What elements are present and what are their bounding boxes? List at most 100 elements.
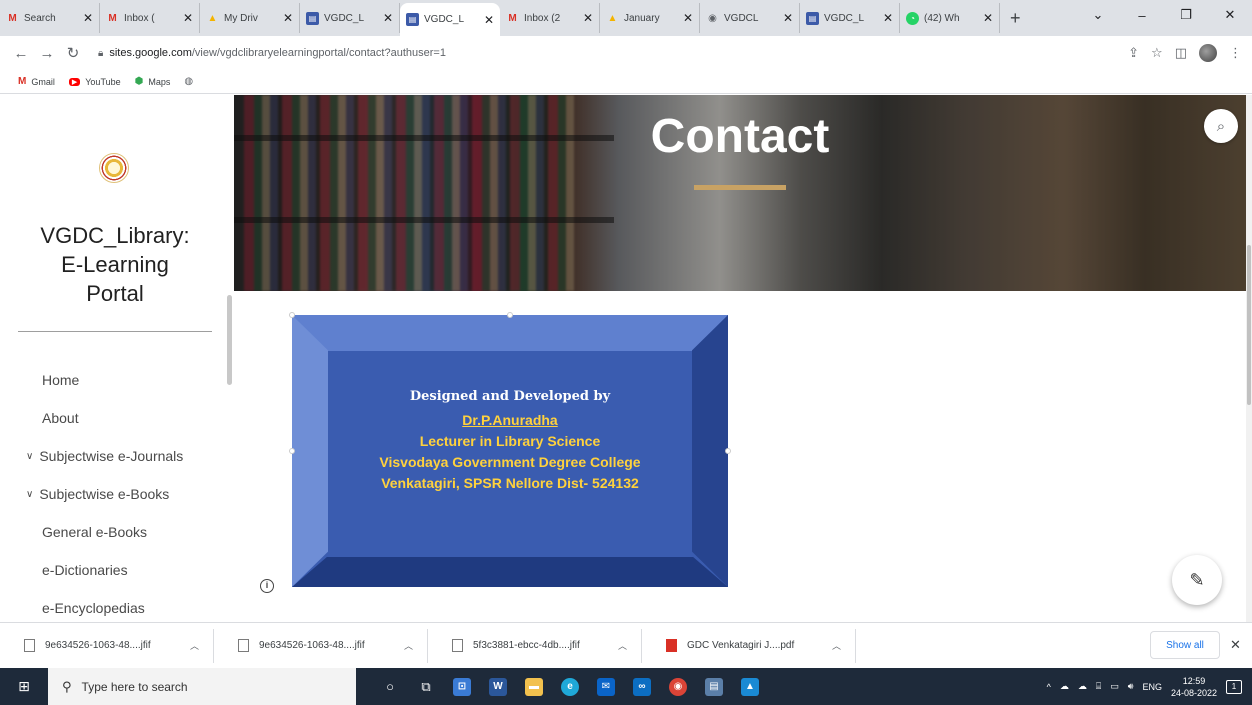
browser-tab[interactable]: ▤ VGDC_L ✕ — [300, 3, 400, 33]
bookmark-globe[interactable]: ◍ — [184, 76, 193, 87]
notification-center-icon[interactable]: 1 — [1226, 679, 1242, 694]
browser-tab-active[interactable]: ▤ VGDC_L ✕ — [400, 3, 500, 36]
browser-tab[interactable]: M Inbox (✕ — [100, 3, 200, 33]
forward-arrow-icon[interactable]: → — [34, 45, 60, 62]
download-item[interactable]: GDC Venkatagiri J....pdf ︿ — [642, 628, 856, 663]
cortana-icon[interactable]: ○ — [372, 668, 408, 705]
bookmark-youtube[interactable]: ▶ YouTube — [68, 77, 121, 87]
close-tab-icon[interactable]: ✕ — [583, 11, 593, 25]
minimize-button[interactable]: – — [1120, 8, 1164, 23]
close-downloads-icon[interactable]: ✕ — [1230, 637, 1241, 653]
site-title[interactable]: VGDC_Library: E-Learning Portal — [0, 221, 230, 308]
browser-tab[interactable]: ◔ (42) Wh ✕ — [900, 3, 1000, 33]
close-tab-icon[interactable]: ✕ — [983, 11, 993, 25]
close-tab-icon[interactable]: ✕ — [883, 11, 893, 25]
reload-icon[interactable]: ↻ — [60, 44, 86, 62]
credits-banner-image[interactable]: Designed and Developed by Dr.P.Anuradha … — [292, 315, 728, 587]
side-panel-icon[interactable]: ◫ — [1175, 45, 1187, 61]
nav-item-about[interactable]: About — [0, 399, 230, 437]
close-tab-icon[interactable]: ✕ — [783, 11, 793, 25]
college-logo[interactable] — [99, 153, 129, 183]
tab-strip: M Search ✕ M Inbox (✕ ▲ My Driv ✕ ▤ VGDC_L ✕ ▤ V… — [0, 0, 1252, 36]
chevron-up-icon[interactable]: ^ — [1047, 682, 1051, 692]
download-item[interactable]: 9e634526-1063-48....jfif ︿ — [0, 628, 214, 663]
nav-item-eencyclopedias[interactable]: e-Encyclopedias — [0, 589, 230, 622]
word-icon[interactable]: W — [480, 668, 516, 705]
file-explorer-icon[interactable]: ▬ — [516, 668, 552, 705]
photos-icon[interactable]: ▲ — [732, 668, 768, 705]
resize-handle[interactable] — [507, 312, 513, 318]
battery-icon[interactable]: ▭ — [1110, 681, 1119, 692]
youtube-icon: ▶ — [68, 77, 81, 86]
volume-icon[interactable]: 🔊︎ — [1128, 681, 1134, 692]
browser-tab[interactable]: ▤ VGDC_L ✕ — [800, 3, 900, 33]
resize-handle[interactable] — [289, 312, 295, 318]
browser-tab[interactable]: ▲ January ✕ — [600, 3, 700, 33]
nav-item-subjectwise-ebooks[interactable]: ∨ Subjectwise e-Books — [0, 475, 230, 513]
download-item[interactable]: 5f3c3881-ebcc-4db....jfif ︿ — [428, 628, 642, 663]
people-icon[interactable]: ∞ — [624, 668, 660, 705]
bookmark-maps[interactable]: ⬢ Maps — [135, 76, 171, 87]
chevron-up-icon[interactable]: ︿ — [618, 639, 627, 652]
onedrive-icon[interactable]: ☁ — [1078, 681, 1087, 692]
task-view-icon[interactable]: ⧉ — [408, 668, 444, 705]
restore-button[interactable]: ❐ — [1164, 7, 1208, 23]
clock[interactable]: 12:59 24-08-2022 — [1171, 675, 1217, 699]
chevron-up-icon[interactable]: ︿ — [832, 639, 841, 652]
banner-bevel — [292, 315, 328, 587]
banner-bevel — [292, 315, 728, 351]
download-item[interactable]: 9e634526-1063-48....jfif ︿ — [214, 628, 428, 663]
close-tab-icon[interactable]: ✕ — [484, 13, 494, 27]
share-icon[interactable]: ⇪ — [1128, 45, 1139, 61]
info-icon[interactable]: i — [260, 579, 274, 593]
language-indicator[interactable]: ENG — [1142, 682, 1162, 692]
sidebar-scrollbar[interactable] — [227, 295, 232, 385]
edge-icon[interactable]: e — [552, 668, 588, 705]
bookmark-star-icon[interactable]: ☆ — [1151, 45, 1163, 61]
nav-item-general-ebooks[interactable]: General e-Books — [0, 513, 230, 551]
chrome-icon[interactable]: ◉ — [660, 668, 696, 705]
browser-tab[interactable]: M Search ✕ — [0, 3, 100, 33]
close-tab-icon[interactable]: ✕ — [283, 11, 293, 25]
chevron-down-icon[interactable]: ∨ — [26, 489, 33, 500]
lock-icon: 🔒︎ — [98, 47, 104, 59]
menu-kebab-icon[interactable]: ⋮ — [1229, 45, 1242, 61]
mail-icon[interactable]: ✉ — [588, 668, 624, 705]
nav-item-home[interactable]: Home — [0, 361, 230, 399]
system-tray: ^ ☁ ☁ ⌸ ▭ 🔊︎ ENG 12:59 24-08-2022 1 — [1047, 668, 1252, 705]
notes-icon[interactable]: ▤ — [696, 668, 732, 705]
close-tab-icon[interactable]: ✕ — [83, 11, 93, 25]
new-tab-button[interactable]: + — [1010, 8, 1021, 29]
browser-tab[interactable]: M Inbox (2 ✕ — [500, 3, 600, 33]
address-bar[interactable]: 🔒︎ sites.google.com/view/vgdclibraryelea… — [94, 40, 1154, 66]
gmail-icon: M — [108, 12, 117, 24]
store-icon[interactable]: ⊡ — [444, 668, 480, 705]
windows-start-icon[interactable]: ⊞ — [0, 668, 48, 705]
chevron-up-icon[interactable]: ︿ — [190, 639, 199, 652]
browser-tab[interactable]: ▲ My Driv ✕ — [200, 3, 300, 33]
close-tab-icon[interactable]: ✕ — [683, 11, 693, 25]
page-scrollbar[interactable] — [1246, 95, 1252, 622]
chevron-up-icon[interactable]: ︿ — [404, 639, 413, 652]
network-icon[interactable]: ⌸ — [1096, 681, 1101, 692]
back-arrow-icon[interactable]: ← — [8, 45, 34, 62]
taskbar-search-box[interactable]: ⚲ Type here to search — [48, 668, 356, 705]
show-all-downloads-button[interactable]: Show all — [1150, 631, 1220, 659]
tab-search-button[interactable]: ⌄ — [1076, 7, 1120, 23]
bookmark-gmail[interactable]: M Gmail — [18, 76, 55, 87]
edit-pencil-icon[interactable]: ✎ — [1172, 555, 1222, 605]
browser-tab[interactable]: ◉ VGDCL ✕ — [700, 3, 800, 33]
close-tab-icon[interactable]: ✕ — [383, 11, 393, 25]
nav-item-subjectwise-ejournals[interactable]: ∨ Subjectwise e-Journals — [0, 437, 230, 475]
close-tab-icon[interactable]: ✕ — [183, 11, 193, 25]
scrollbar-thumb[interactable] — [1247, 245, 1251, 405]
close-window-button[interactable]: ✕ — [1208, 7, 1252, 23]
file-icon — [452, 639, 463, 652]
profile-avatar[interactable] — [1199, 44, 1217, 62]
resize-handle[interactable] — [289, 448, 295, 454]
search-icon[interactable]: ⌕ — [1204, 109, 1238, 143]
chevron-down-icon[interactable]: ∨ — [26, 451, 33, 462]
nav-item-edictionaries[interactable]: e-Dictionaries — [0, 551, 230, 589]
weather-icon[interactable]: ☁ — [1060, 681, 1069, 692]
resize-handle[interactable] — [725, 448, 731, 454]
